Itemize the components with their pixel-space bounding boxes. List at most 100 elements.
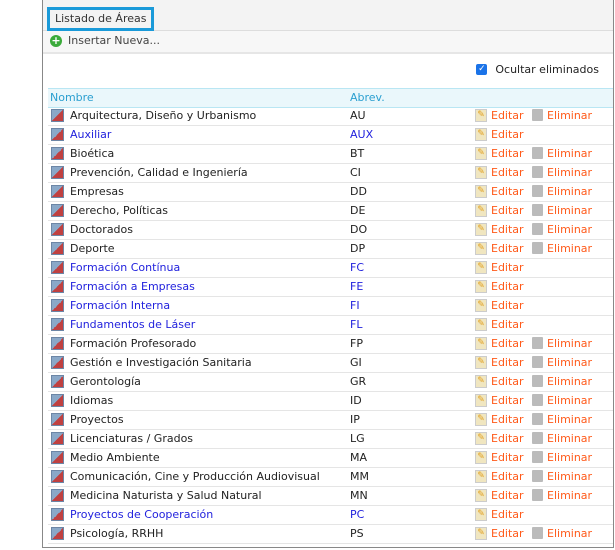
edit-button[interactable]: Editar <box>491 354 524 372</box>
hide-deleted-checkbox[interactable]: ✓ <box>476 64 488 75</box>
delete-button[interactable]: Eliminar <box>547 411 592 429</box>
pencil-icon[interactable]: ✎ <box>475 432 487 445</box>
trash-icon[interactable] <box>532 147 543 159</box>
trash-icon[interactable] <box>532 451 543 463</box>
edit-button[interactable]: Editar <box>491 221 524 239</box>
trash-icon[interactable] <box>532 242 543 254</box>
trash-icon[interactable] <box>532 375 543 387</box>
pencil-icon[interactable]: ✎ <box>475 147 487 160</box>
pencil-icon[interactable]: ✎ <box>475 242 487 255</box>
trash-icon[interactable] <box>532 204 543 216</box>
delete-button[interactable]: Eliminar <box>547 164 592 182</box>
trash-icon[interactable] <box>532 432 543 444</box>
delete-button[interactable]: Eliminar <box>547 525 592 543</box>
delete-button[interactable]: Eliminar <box>547 487 592 505</box>
edit-button[interactable]: Editar <box>491 392 524 410</box>
area-name: Comunicación, Cine y Producción Audiovis… <box>70 470 320 483</box>
edit-button[interactable]: Editar <box>491 487 524 505</box>
pencil-icon[interactable]: ✎ <box>475 185 487 198</box>
trash-icon[interactable] <box>532 185 543 197</box>
delete-button[interactable]: Eliminar <box>547 430 592 448</box>
edit-button[interactable]: Editar <box>491 278 524 296</box>
trash-icon[interactable] <box>532 413 543 425</box>
pencil-icon[interactable]: ✎ <box>475 299 487 312</box>
edit-button[interactable]: Editar <box>491 183 524 201</box>
pencil-icon[interactable]: ✎ <box>475 109 487 122</box>
area-abbr: AUX <box>350 128 374 141</box>
delete-button[interactable]: Eliminar <box>547 335 592 353</box>
tab-listado-areas[interactable]: Listado de Áreas <box>47 7 155 31</box>
pencil-icon[interactable]: ✎ <box>475 508 487 521</box>
pencil-icon[interactable]: ✎ <box>475 356 487 369</box>
areas-window: Listado de Áreas + Insertar Nueva... ✓ O… <box>42 0 614 548</box>
edit-button[interactable]: Editar <box>491 411 524 429</box>
pencil-icon[interactable]: ✎ <box>475 280 487 293</box>
pencil-icon[interactable]: ✎ <box>475 394 487 407</box>
trash-icon[interactable] <box>532 337 543 349</box>
delete-button[interactable]: Eliminar <box>547 468 592 486</box>
edit-button[interactable]: Editar <box>491 468 524 486</box>
edit-button[interactable]: Editar <box>491 259 524 277</box>
edit-button[interactable]: Editar <box>491 107 524 125</box>
insert-new-button[interactable]: + Insertar Nueva... <box>50 34 160 47</box>
edit-button[interactable]: Editar <box>491 430 524 448</box>
edit-button[interactable]: Editar <box>491 449 524 467</box>
pencil-icon[interactable]: ✎ <box>475 128 487 141</box>
trash-icon[interactable] <box>532 223 543 235</box>
pencil-icon[interactable]: ✎ <box>475 527 487 540</box>
delete-button[interactable]: Eliminar <box>547 221 592 239</box>
pencil-icon[interactable]: ✎ <box>475 375 487 388</box>
delete-button[interactable]: Eliminar <box>547 373 592 391</box>
trash-icon[interactable] <box>532 166 543 178</box>
area-icon <box>51 204 64 217</box>
trash-icon[interactable] <box>532 394 543 406</box>
trash-icon[interactable] <box>532 527 543 539</box>
area-abbr: BT <box>350 147 365 160</box>
area-abbr: MN <box>350 489 368 502</box>
delete-button[interactable]: Eliminar <box>547 354 592 372</box>
edit-button[interactable]: Editar <box>491 335 524 353</box>
pencil-icon[interactable]: ✎ <box>475 261 487 274</box>
areas-table: Arquitectura, Diseño y Urbanismo AU ✎ Ed… <box>48 107 613 544</box>
pencil-icon[interactable]: ✎ <box>475 223 487 236</box>
edit-button[interactable]: Editar <box>491 145 524 163</box>
delete-button[interactable]: Eliminar <box>547 107 592 125</box>
edit-button[interactable]: Editar <box>491 506 524 524</box>
trash-icon[interactable] <box>532 489 543 501</box>
edit-button[interactable]: Editar <box>491 316 524 334</box>
edit-button[interactable]: Editar <box>491 202 524 220</box>
trash-icon[interactable] <box>532 109 543 121</box>
pencil-icon[interactable]: ✎ <box>475 337 487 350</box>
pencil-icon[interactable]: ✎ <box>475 204 487 217</box>
pencil-icon[interactable]: ✎ <box>475 318 487 331</box>
column-header-name[interactable]: Nombre <box>50 89 94 107</box>
area-abbr: FL <box>350 318 363 331</box>
delete-button[interactable]: Eliminar <box>547 183 592 201</box>
delete-button[interactable]: Eliminar <box>547 392 592 410</box>
pencil-icon[interactable]: ✎ <box>475 166 487 179</box>
edit-button[interactable]: Editar <box>491 164 524 182</box>
delete-button[interactable]: Eliminar <box>547 240 592 258</box>
pencil-icon[interactable]: ✎ <box>475 413 487 426</box>
edit-button[interactable]: Editar <box>491 373 524 391</box>
trash-icon[interactable] <box>532 356 543 368</box>
area-icon <box>51 470 64 483</box>
pencil-icon[interactable]: ✎ <box>475 489 487 502</box>
delete-button[interactable]: Eliminar <box>547 202 592 220</box>
trash-icon[interactable] <box>532 470 543 482</box>
edit-button[interactable]: Editar <box>491 240 524 258</box>
area-icon <box>51 527 64 540</box>
delete-button[interactable]: Eliminar <box>547 145 592 163</box>
table-row: Bioética BT ✎ Editar Eliminar <box>48 145 613 164</box>
delete-button[interactable]: Eliminar <box>547 449 592 467</box>
area-icon <box>51 337 64 350</box>
edit-button[interactable]: Editar <box>491 525 524 543</box>
column-header-abbr[interactable]: Abrev. <box>350 89 385 107</box>
area-icon <box>51 356 64 369</box>
edit-button[interactable]: Editar <box>491 126 524 144</box>
pencil-icon[interactable]: ✎ <box>475 470 487 483</box>
edit-button[interactable]: Editar <box>491 297 524 315</box>
hide-deleted-toggle[interactable]: ✓ Ocultar eliminados <box>476 63 599 76</box>
area-abbr: AU <box>350 109 366 122</box>
pencil-icon[interactable]: ✎ <box>475 451 487 464</box>
